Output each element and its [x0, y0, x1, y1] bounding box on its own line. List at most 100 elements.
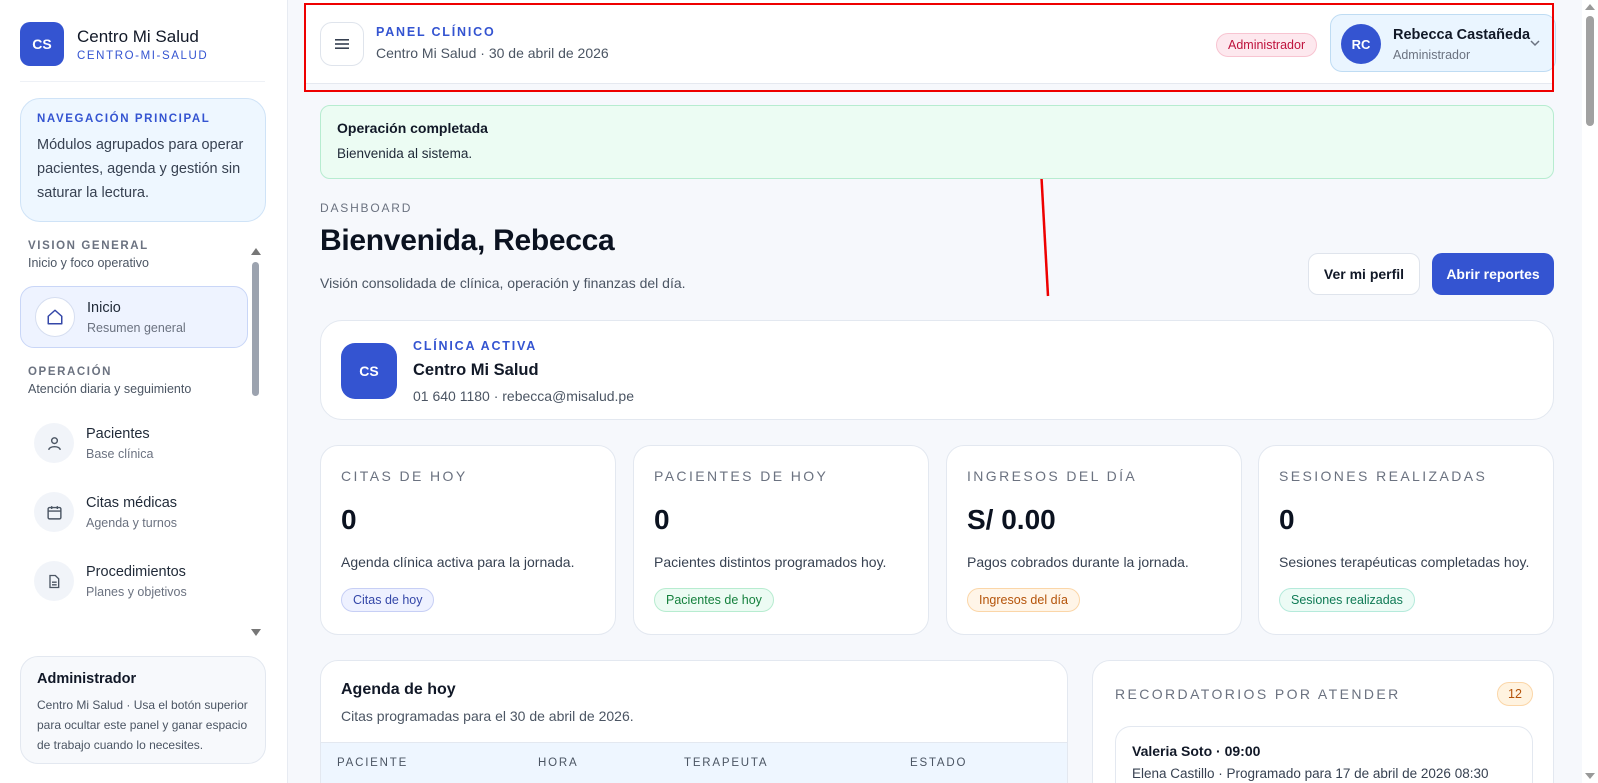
admin-info-card: Administrador Centro Mi Salud · Usa el b… — [20, 656, 266, 764]
sidebar-scroll-thumb[interactable] — [252, 262, 259, 396]
success-alert: Operación completada Bienvenida al siste… — [320, 105, 1554, 179]
user-role: Administrador — [1393, 48, 1471, 62]
nav-group-vision-general: VISIÓN GENERAL Inicio y foco operativo — [28, 240, 149, 270]
stat-description: Sesiones terapéuticas completadas hoy. — [1279, 554, 1530, 570]
stat-description: Pagos cobrados durante la jornada. — [967, 554, 1189, 570]
brand-logo: CS — [20, 22, 64, 66]
sidebar-item-sub: Planes y objetivos — [86, 584, 187, 599]
clinic-contact: 01 640 1180 · rebecca@misalud.pe — [413, 388, 634, 404]
admin-title: Administrador — [37, 671, 137, 687]
stat-tag: Ingresos del día — [967, 588, 1080, 612]
top-header: PANEL CLÍNICO Centro Mi Salud · 30 de ab… — [304, 0, 1556, 84]
column-header-hora[interactable]: HORA — [538, 757, 578, 769]
page-subtitle: Visión consolidada de clínica, operación… — [320, 275, 686, 291]
user-menu-button[interactable]: RC Rebecca Castañeda Administrador — [1330, 14, 1556, 72]
active-clinic-card: CS CLÍNICA ACTIVA Centro Mi Salud 01 640… — [320, 320, 1554, 420]
sidebar-item-procedimientos[interactable]: Procedimientos Planes y objetivos — [20, 550, 248, 612]
avatar: RC — [1341, 24, 1381, 64]
clinic-name: Centro Mi Salud — [413, 361, 539, 379]
reminders-title: RECORDATORIOS POR ATENDER — [1115, 686, 1401, 702]
clinic-logo: CS — [341, 343, 397, 399]
agenda-table-header: PACIENTE HORA TERAPEUTA ESTADO — [321, 742, 1067, 783]
page-eyebrow: DASHBOARD — [320, 201, 413, 215]
scroll-down-icon[interactable] — [251, 629, 261, 636]
nav-group-subtitle: Inicio y foco operativo — [28, 256, 149, 270]
stat-tag: Sesiones realizadas — [1279, 588, 1415, 612]
stat-value: 0 — [341, 504, 357, 535]
chevron-down-icon — [1530, 40, 1540, 47]
nav-group-title: VISIÓN GENERAL — [28, 240, 149, 252]
stat-label: INGRESOS DEL DÍA — [967, 468, 1138, 484]
brand-slug: CENTRO-MI-SALUD — [77, 49, 209, 62]
reminder-item[interactable]: Valeria Soto · 09:00 Elena Castillo · Pr… — [1115, 726, 1533, 783]
stat-card-sesiones: SESIONES REALIZADAS 0 Sesiones terapéuti… — [1258, 445, 1554, 635]
role-badge: Administrador — [1216, 33, 1318, 57]
stat-card-citas: CITAS DE HOY 0 Agenda clínica activa par… — [320, 445, 616, 635]
stat-card-ingresos: INGRESOS DEL DÍA S/ 0.00 Pagos cobrados … — [946, 445, 1242, 635]
nav-info-text: Módulos agrupados para operar pacientes,… — [37, 137, 244, 201]
column-header-paciente[interactable]: PACIENTE — [337, 757, 408, 769]
reminders-count-badge: 12 — [1497, 682, 1533, 706]
scroll-down-icon[interactable] — [1585, 773, 1595, 779]
sidebar-item-pacientes[interactable]: Pacientes Base clínica — [20, 412, 248, 474]
header-subtitle: Centro Mi Salud · 30 de abril de 2026 — [376, 45, 609, 61]
open-reports-button[interactable]: Abrir reportes — [1432, 253, 1554, 295]
user-icon — [34, 423, 74, 463]
sidebar-scrollbar[interactable] — [250, 248, 262, 636]
nav-group-title: OPERACIÓN — [28, 366, 113, 378]
stat-label: PACIENTES DE HOY — [654, 468, 829, 484]
nav-scroll-area: VISIÓN GENERAL Inicio y foco operativo I… — [0, 240, 268, 640]
sidebar-item-label: Procedimientos — [86, 563, 186, 580]
calendar-icon — [34, 492, 74, 532]
view-profile-button[interactable]: Ver mi perfil — [1308, 253, 1420, 295]
page-title: Bienvenida, Rebecca — [320, 224, 615, 257]
menu-toggle-button[interactable] — [320, 22, 364, 66]
agenda-card: Agenda de hoy Citas programadas para el … — [320, 660, 1068, 783]
sidebar-item-citas[interactable]: Citas médicas Agenda y turnos — [20, 481, 248, 543]
agenda-subtitle: Citas programadas para el 30 de abril de… — [341, 708, 634, 724]
agenda-title: Agenda de hoy — [341, 681, 456, 698]
stat-description: Pacientes distintos programados hoy. — [654, 554, 887, 570]
nav-group-operacion: OPERACIÓN Atención diaria y seguimiento — [28, 366, 191, 396]
brand-divider — [20, 81, 265, 82]
reminder-name: Valeria Soto · 09:00 — [1132, 743, 1261, 759]
sidebar-item-sub: Base clínica — [86, 446, 154, 461]
stat-label: SESIONES REALIZADAS — [1279, 468, 1488, 484]
admin-text: Centro Mi Salud · Usa el botón superior … — [37, 698, 248, 752]
reminder-text: Elena Castillo · Programado para 17 de a… — [1132, 766, 1489, 781]
stat-value: 0 — [1279, 504, 1295, 535]
scroll-up-icon[interactable] — [251, 248, 261, 255]
sidebar-item-label: Citas médicas — [86, 494, 178, 511]
page-scrollbar[interactable] — [1582, 0, 1598, 783]
sidebar-item-label: Inicio — [87, 299, 121, 316]
page-scroll-thumb[interactable] — [1586, 16, 1594, 126]
nav-info-title: NAVEGACIÓN PRINCIPAL — [37, 113, 211, 125]
nav-info-card: NAVEGACIÓN PRINCIPAL Módulos agrupados p… — [20, 98, 266, 222]
sidebar: CS Centro Mi Salud CENTRO-MI-SALUD NAVEG… — [0, 0, 288, 783]
clinic-eyebrow: CLÍNICA ACTIVA — [413, 339, 538, 353]
user-name: Rebecca Castañeda — [1393, 27, 1531, 43]
stat-label: CITAS DE HOY — [341, 468, 468, 484]
stat-value: 0 — [654, 504, 670, 535]
document-icon — [34, 561, 74, 601]
hamburger-icon — [335, 39, 349, 49]
alert-title: Operación completada — [337, 120, 488, 136]
alert-text: Bienvenida al sistema. — [337, 146, 473, 161]
stat-value: S/ 0.00 — [967, 504, 1056, 535]
stat-tag: Citas de hoy — [341, 588, 435, 612]
stat-tag: Pacientes de hoy — [654, 588, 774, 612]
sidebar-item-sub: Agenda y turnos — [86, 515, 178, 530]
stat-description: Agenda clínica activa para la jornada. — [341, 554, 575, 570]
home-icon — [35, 297, 75, 337]
scroll-up-icon[interactable] — [1585, 4, 1595, 10]
sidebar-item-inicio[interactable]: Inicio Resumen general — [20, 286, 248, 348]
brand-name: Centro Mi Salud — [77, 26, 199, 46]
reminders-card: RECORDATORIOS POR ATENDER 12 Valeria Sot… — [1092, 660, 1554, 783]
sidebar-item-label: Pacientes — [86, 425, 150, 442]
column-header-estado[interactable]: ESTADO — [910, 757, 967, 769]
column-header-terapeuta[interactable]: TERAPEUTA — [684, 757, 768, 769]
sidebar-item-sub: Resumen general — [87, 320, 186, 335]
brand[interactable]: CS Centro Mi Salud CENTRO-MI-SALUD — [20, 22, 208, 66]
nav-group-subtitle: Atención diaria y seguimiento — [28, 382, 192, 396]
stat-card-pacientes: PACIENTES DE HOY 0 Pacientes distintos p… — [633, 445, 929, 635]
